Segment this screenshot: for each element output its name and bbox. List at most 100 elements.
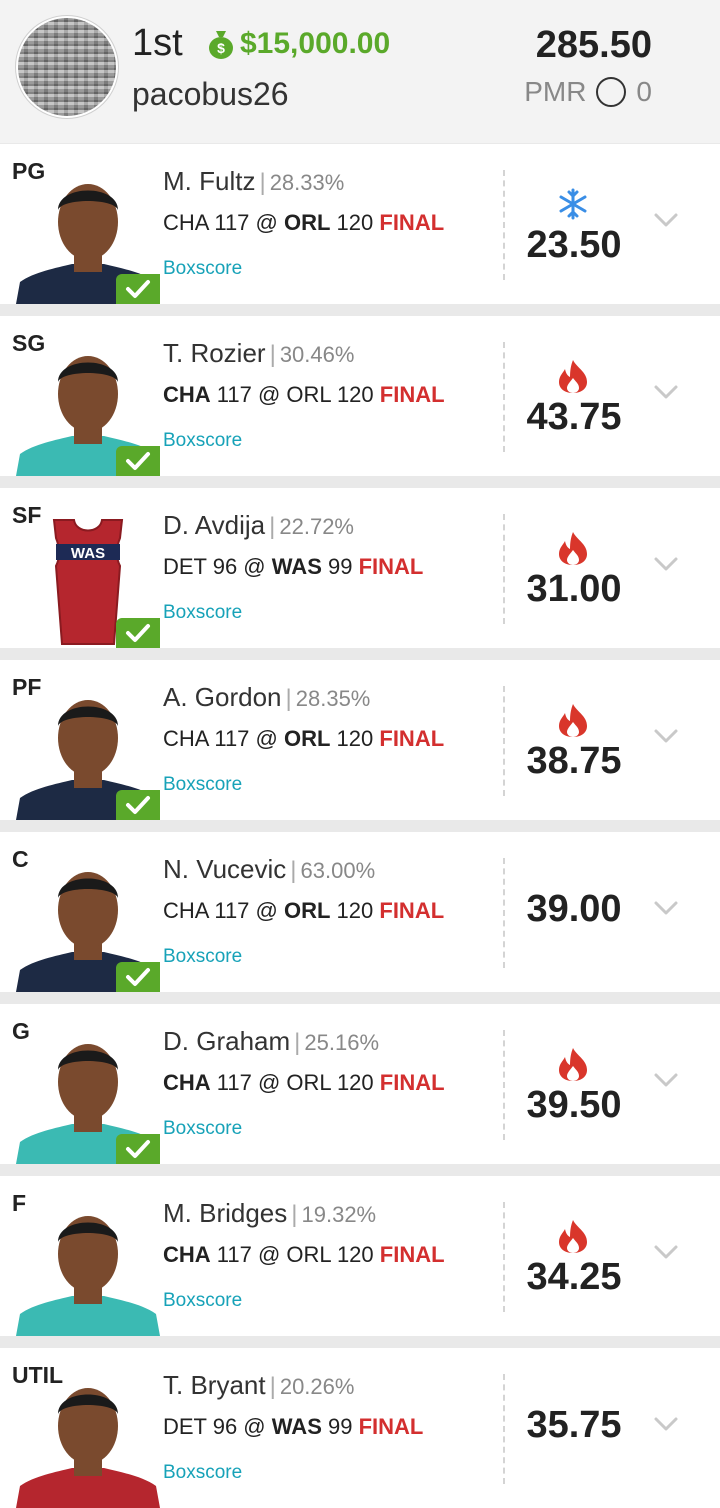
player-row[interactable]: PF A. Gordon | 28.35% CHA 117 @ ORL 120 FI… bbox=[0, 660, 720, 820]
separator: | bbox=[269, 341, 276, 368]
player-name[interactable]: M. Fultz bbox=[163, 166, 255, 196]
pmr-label: PMR bbox=[524, 76, 587, 107]
separator: | bbox=[259, 169, 266, 196]
game-info: CHA 117 @ ORL 120 FINAL bbox=[163, 210, 445, 235]
ownership-pct: 28.33% bbox=[269, 170, 345, 195]
chevron-down-icon[interactable] bbox=[653, 728, 679, 744]
boxscore-link[interactable]: Boxscore bbox=[163, 602, 242, 624]
divider bbox=[503, 1202, 505, 1312]
player-row[interactable]: F M. Bridges | 19.32% CHA 117 @ ORL 120 FI… bbox=[0, 1176, 720, 1336]
ownership-pct: 22.72% bbox=[279, 514, 354, 539]
player-row[interactable]: C N. Vucevic | 63.00% CHA 117 @ ORL 120 FI… bbox=[0, 832, 720, 992]
chevron-down-icon[interactable] bbox=[653, 1416, 679, 1432]
boxscore-link[interactable]: Boxscore bbox=[163, 1118, 242, 1140]
player-name-line: A. Gordon | 28.35% bbox=[163, 682, 370, 713]
separator: | bbox=[285, 685, 292, 712]
roster-position: SG bbox=[12, 330, 46, 356]
player-name[interactable]: N. Vucevic bbox=[163, 854, 286, 884]
fantasy-points: 39.00 bbox=[526, 888, 622, 930]
prize-value: $15,000.00 bbox=[240, 27, 391, 60]
divider bbox=[503, 514, 505, 624]
ownership-pct: 25.16% bbox=[304, 1030, 380, 1055]
chevron-down-icon[interactable] bbox=[653, 556, 679, 572]
prize-amount: $ $15,000.00 bbox=[206, 27, 390, 61]
player-name[interactable]: M. Bridges bbox=[163, 1198, 287, 1228]
separator: | bbox=[291, 1201, 298, 1228]
separator: | bbox=[269, 513, 276, 540]
snowflake-icon bbox=[559, 188, 587, 220]
player-name-line: N. Vucevic | 63.00% bbox=[163, 854, 375, 885]
chevron-down-icon[interactable] bbox=[653, 1244, 679, 1260]
checkmark-icon bbox=[116, 274, 160, 304]
fantasy-points: 38.75 bbox=[526, 740, 622, 782]
fire-icon bbox=[559, 1220, 587, 1253]
chevron-down-icon[interactable] bbox=[653, 900, 679, 916]
player-name[interactable]: A. Gordon bbox=[163, 682, 282, 712]
divider bbox=[503, 686, 505, 796]
player-row[interactable]: SG T. Rozier | 30.46% CHA 117 @ ORL 120 FI… bbox=[0, 316, 720, 476]
roster-position: SF bbox=[12, 502, 42, 528]
game-info: DET 96 @ WAS 99 FINAL bbox=[163, 554, 424, 579]
divider bbox=[503, 1030, 505, 1140]
game-status: FINAL bbox=[379, 898, 445, 923]
player-name[interactable]: T. Rozier bbox=[163, 338, 266, 368]
checkmark-icon bbox=[116, 618, 160, 648]
game-status: FINAL bbox=[379, 382, 445, 407]
pmr-circle-icon bbox=[596, 77, 627, 107]
ownership-pct: 28.35% bbox=[295, 686, 371, 711]
player-name[interactable]: D. Graham bbox=[163, 1026, 290, 1056]
game-info: CHA 117 @ ORL 120 FINAL bbox=[163, 382, 445, 407]
player-name[interactable]: T. Bryant bbox=[163, 1370, 266, 1400]
fire-icon bbox=[559, 704, 587, 737]
game-info: CHA 117 @ ORL 120 FINAL bbox=[163, 1070, 445, 1095]
roster-position: G bbox=[12, 1018, 30, 1044]
separator: | bbox=[290, 857, 297, 884]
player-headshot bbox=[16, 1216, 160, 1336]
game-status: FINAL bbox=[358, 1414, 424, 1439]
fantasy-points: 43.75 bbox=[526, 396, 622, 438]
boxscore-link[interactable]: Boxscore bbox=[163, 430, 242, 452]
total-points: 285.50 bbox=[535, 24, 652, 66]
separator: | bbox=[294, 1029, 301, 1056]
user-avatar[interactable] bbox=[16, 16, 118, 118]
boxscore-link[interactable]: Boxscore bbox=[163, 1462, 242, 1484]
boxscore-link[interactable]: Boxscore bbox=[163, 774, 242, 796]
boxscore-link[interactable]: Boxscore bbox=[163, 1290, 242, 1312]
chevron-down-icon[interactable] bbox=[653, 384, 679, 400]
player-row[interactable]: G D. Graham | 25.16% CHA 117 @ ORL 120 FIN… bbox=[0, 1004, 720, 1164]
player-name-line: T. Bryant | 20.26% bbox=[163, 1370, 354, 1401]
checkmark-icon bbox=[116, 962, 160, 992]
roster-position: UTIL bbox=[12, 1362, 64, 1388]
player-name-line: M. Bridges | 19.32% bbox=[163, 1198, 376, 1229]
game-status: FINAL bbox=[379, 210, 445, 235]
player-name-line: D. Graham | 25.16% bbox=[163, 1026, 379, 1057]
svg-text:$: $ bbox=[217, 40, 225, 56]
game-status: FINAL bbox=[379, 726, 445, 751]
fantasy-points: 34.25 bbox=[526, 1256, 622, 1298]
fire-icon bbox=[559, 1048, 587, 1081]
chevron-down-icon[interactable] bbox=[653, 1072, 679, 1088]
fantasy-points: 39.50 bbox=[526, 1084, 622, 1126]
svg-text:WAS: WAS bbox=[71, 545, 105, 562]
boxscore-link[interactable]: Boxscore bbox=[163, 946, 242, 968]
pmr-indicator: PMR 0 bbox=[524, 76, 652, 108]
player-row[interactable]: UTIL T. Bryant | 20.26% DET 96 @ WAS 99 FI… bbox=[0, 1348, 720, 1508]
roster-position: PG bbox=[12, 158, 46, 184]
money-bag-icon: $ bbox=[209, 31, 233, 59]
game-info: CHA 117 @ ORL 120 FINAL bbox=[163, 898, 445, 923]
fire-icon bbox=[559, 532, 587, 565]
player-name-line: D. Avdija | 22.72% bbox=[163, 510, 354, 541]
pmr-value: 0 bbox=[636, 76, 652, 107]
divider bbox=[503, 342, 505, 452]
player-row[interactable]: PG M. Fultz | 28.33% CHA 117 @ ORL 120 FIN… bbox=[0, 144, 720, 304]
boxscore-link[interactable]: Boxscore bbox=[163, 258, 242, 280]
chevron-down-icon[interactable] bbox=[653, 212, 679, 228]
checkmark-icon bbox=[116, 446, 160, 476]
ownership-pct: 63.00% bbox=[300, 858, 376, 883]
player-row[interactable]: WAS SF D. Avdija | 22.72% DET 96 @ WAS 99 … bbox=[0, 488, 720, 648]
checkmark-icon bbox=[116, 1134, 160, 1164]
game-status: FINAL bbox=[379, 1070, 445, 1095]
ownership-pct: 20.26% bbox=[279, 1374, 355, 1399]
roster-position: PF bbox=[12, 674, 42, 700]
player-name[interactable]: D. Avdija bbox=[163, 510, 265, 540]
